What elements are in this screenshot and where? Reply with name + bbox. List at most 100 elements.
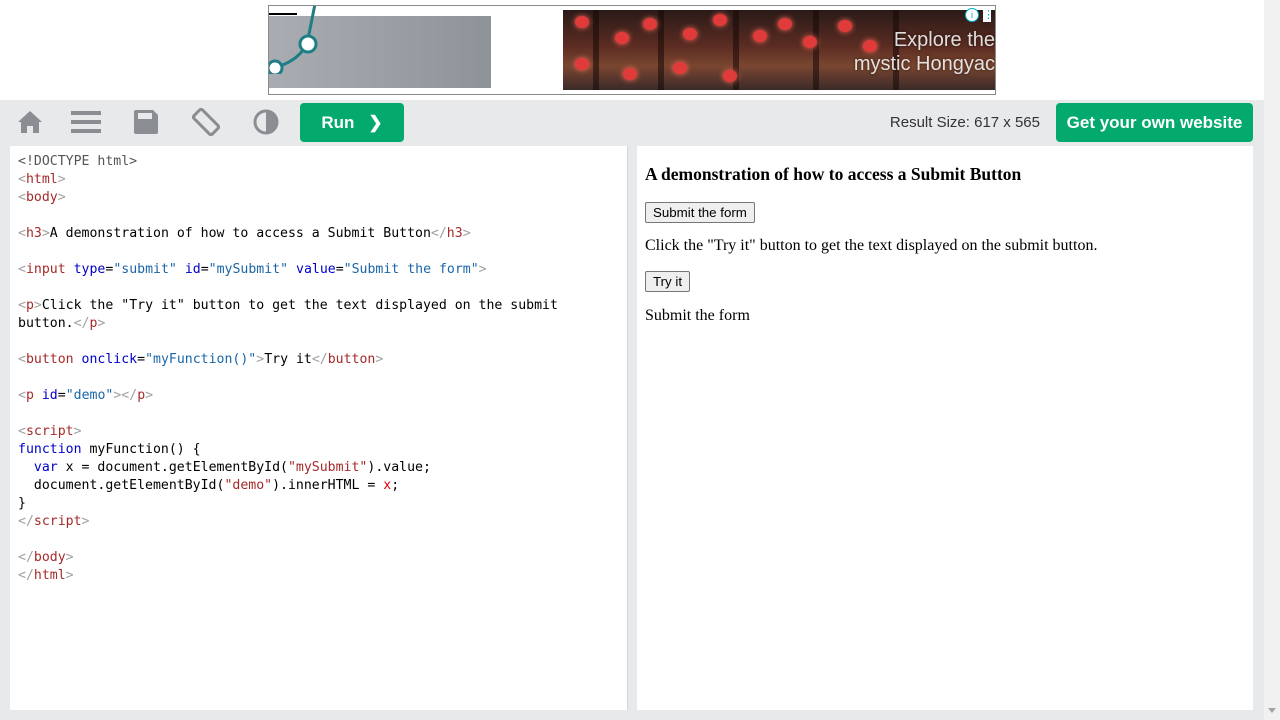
code-token: = [137, 352, 146, 367]
code-editor[interactable]: <!DOCTYPE html> <html> <body> <h3>A demons… [10, 146, 628, 710]
code-text[interactable]: <!DOCTYPE html> <html> <body> <h3>A demons… [10, 146, 627, 585]
code-token: = [57, 388, 66, 403]
code-token: </ [18, 568, 34, 583]
code-token: > [33, 298, 42, 313]
demo-output: Submit the form [645, 307, 750, 324]
code-token: "submit" [113, 262, 177, 277]
contrast-icon[interactable] [236, 100, 296, 144]
code-token: < [18, 262, 26, 277]
code-token: script [25, 424, 74, 439]
code-token: < [18, 172, 26, 187]
code-token: id [41, 388, 58, 403]
result-iframe[interactable]: A demonstration of how to access a Submi… [637, 146, 1253, 710]
code-token: > [57, 172, 66, 187]
chevron-right-icon: ❯ [368, 112, 383, 132]
code-token: > [375, 352, 384, 367]
code-token: > [256, 352, 265, 367]
code-line: document.getElementById("demo").innerHTM… [18, 477, 627, 495]
rotate-icon[interactable] [176, 100, 236, 144]
code-token: onclick [81, 352, 138, 367]
code-token: ).value; [367, 460, 431, 475]
code-token: p [25, 388, 34, 403]
code-line: <!DOCTYPE html> [18, 153, 627, 171]
code-line: <input type="submit" id="mySubmit" value… [18, 261, 627, 279]
result-paragraph: Click the "Try it" button to get the tex… [645, 237, 1098, 254]
code-token: > [97, 316, 106, 331]
code-token: ; [391, 478, 400, 493]
advertisement[interactable]: Explore the mystic Hongyac i ⋮ [268, 5, 996, 95]
code-token: > [478, 262, 487, 277]
code-token: < [18, 388, 26, 403]
code-token: body [25, 190, 58, 205]
code-token: button. [18, 316, 74, 331]
result-heading: A demonstration of how to access a Submi… [645, 164, 1022, 184]
submit-the-form-button[interactable]: Submit the form [645, 202, 755, 223]
code-token: = [335, 262, 344, 277]
menu-icon[interactable] [56, 100, 116, 144]
code-token: value [296, 262, 336, 277]
run-button[interactable]: Run ❯ [300, 103, 404, 142]
code-token: Click the "Try it" button to get the tex… [41, 298, 558, 313]
code-token: = [200, 262, 209, 277]
code-line: button.</p> [18, 315, 627, 333]
run-label: Run [321, 112, 355, 132]
code-token: </ [311, 352, 328, 367]
code-line: <p id="demo"></p> [18, 387, 627, 405]
code-token: </ [18, 550, 34, 565]
home-icon[interactable] [0, 100, 60, 144]
code-token: document.getElementById( [18, 478, 225, 493]
code-token: body [33, 550, 66, 565]
code-token: type [73, 262, 106, 277]
ad-image-right[interactable]: Explore the mystic Hongyac [563, 10, 995, 90]
code-token: function [18, 442, 82, 457]
code-token: < [18, 190, 26, 205]
code-token: script [33, 514, 82, 529]
code-token: < [18, 352, 26, 367]
result-size-label: Result Size: 617 x 565 [889, 114, 1040, 131]
code-token: > [462, 226, 471, 241]
code-token: html [25, 172, 58, 187]
code-line: <body> [18, 189, 627, 207]
code-line: <p>Click the "Try it" button to get the … [18, 297, 627, 315]
code-token: h3 [446, 226, 463, 241]
code-token: "mySubmit" [208, 262, 289, 277]
code-line: } [18, 495, 627, 513]
code-token: > [65, 568, 74, 583]
code-line: </html> [18, 567, 627, 585]
ad-info-icon[interactable]: i [965, 8, 979, 22]
code-line: <html> [18, 171, 627, 189]
get-your-own-website-button[interactable]: Get your own website [1056, 103, 1253, 142]
toolbar: Run ❯ Result Size: 617 x 565 Get your ow… [0, 100, 1264, 146]
code-line: <button onclick="myFunction()">Try it</b… [18, 351, 627, 369]
code-token: button [327, 352, 376, 367]
code-token: p [25, 298, 34, 313]
code-line: var x = document.getElementById("mySubmi… [18, 459, 627, 477]
code-token: x = document.getElementById( [57, 460, 288, 475]
scroll-down-arrow-icon[interactable] [1264, 704, 1280, 718]
code-token: > [145, 388, 154, 403]
code-token: "mySubmit" [287, 460, 368, 475]
page-scrollbar[interactable] [1264, 0, 1280, 720]
code-token: > [65, 550, 74, 565]
code-token: > [81, 514, 90, 529]
ad-headline: Explore the mystic Hongyac [853, 29, 995, 75]
save-icon[interactable] [116, 100, 176, 144]
ad-menu-icon[interactable]: ⋮ [983, 8, 994, 22]
code-token: > [41, 226, 50, 241]
code-token: > [57, 190, 66, 205]
code-token: Try it [264, 352, 312, 367]
ad-image-left[interactable] [269, 6, 491, 88]
code-token: "demo" [224, 478, 273, 493]
code-token: < [18, 226, 26, 241]
try-it-button[interactable]: Try it [645, 271, 691, 292]
